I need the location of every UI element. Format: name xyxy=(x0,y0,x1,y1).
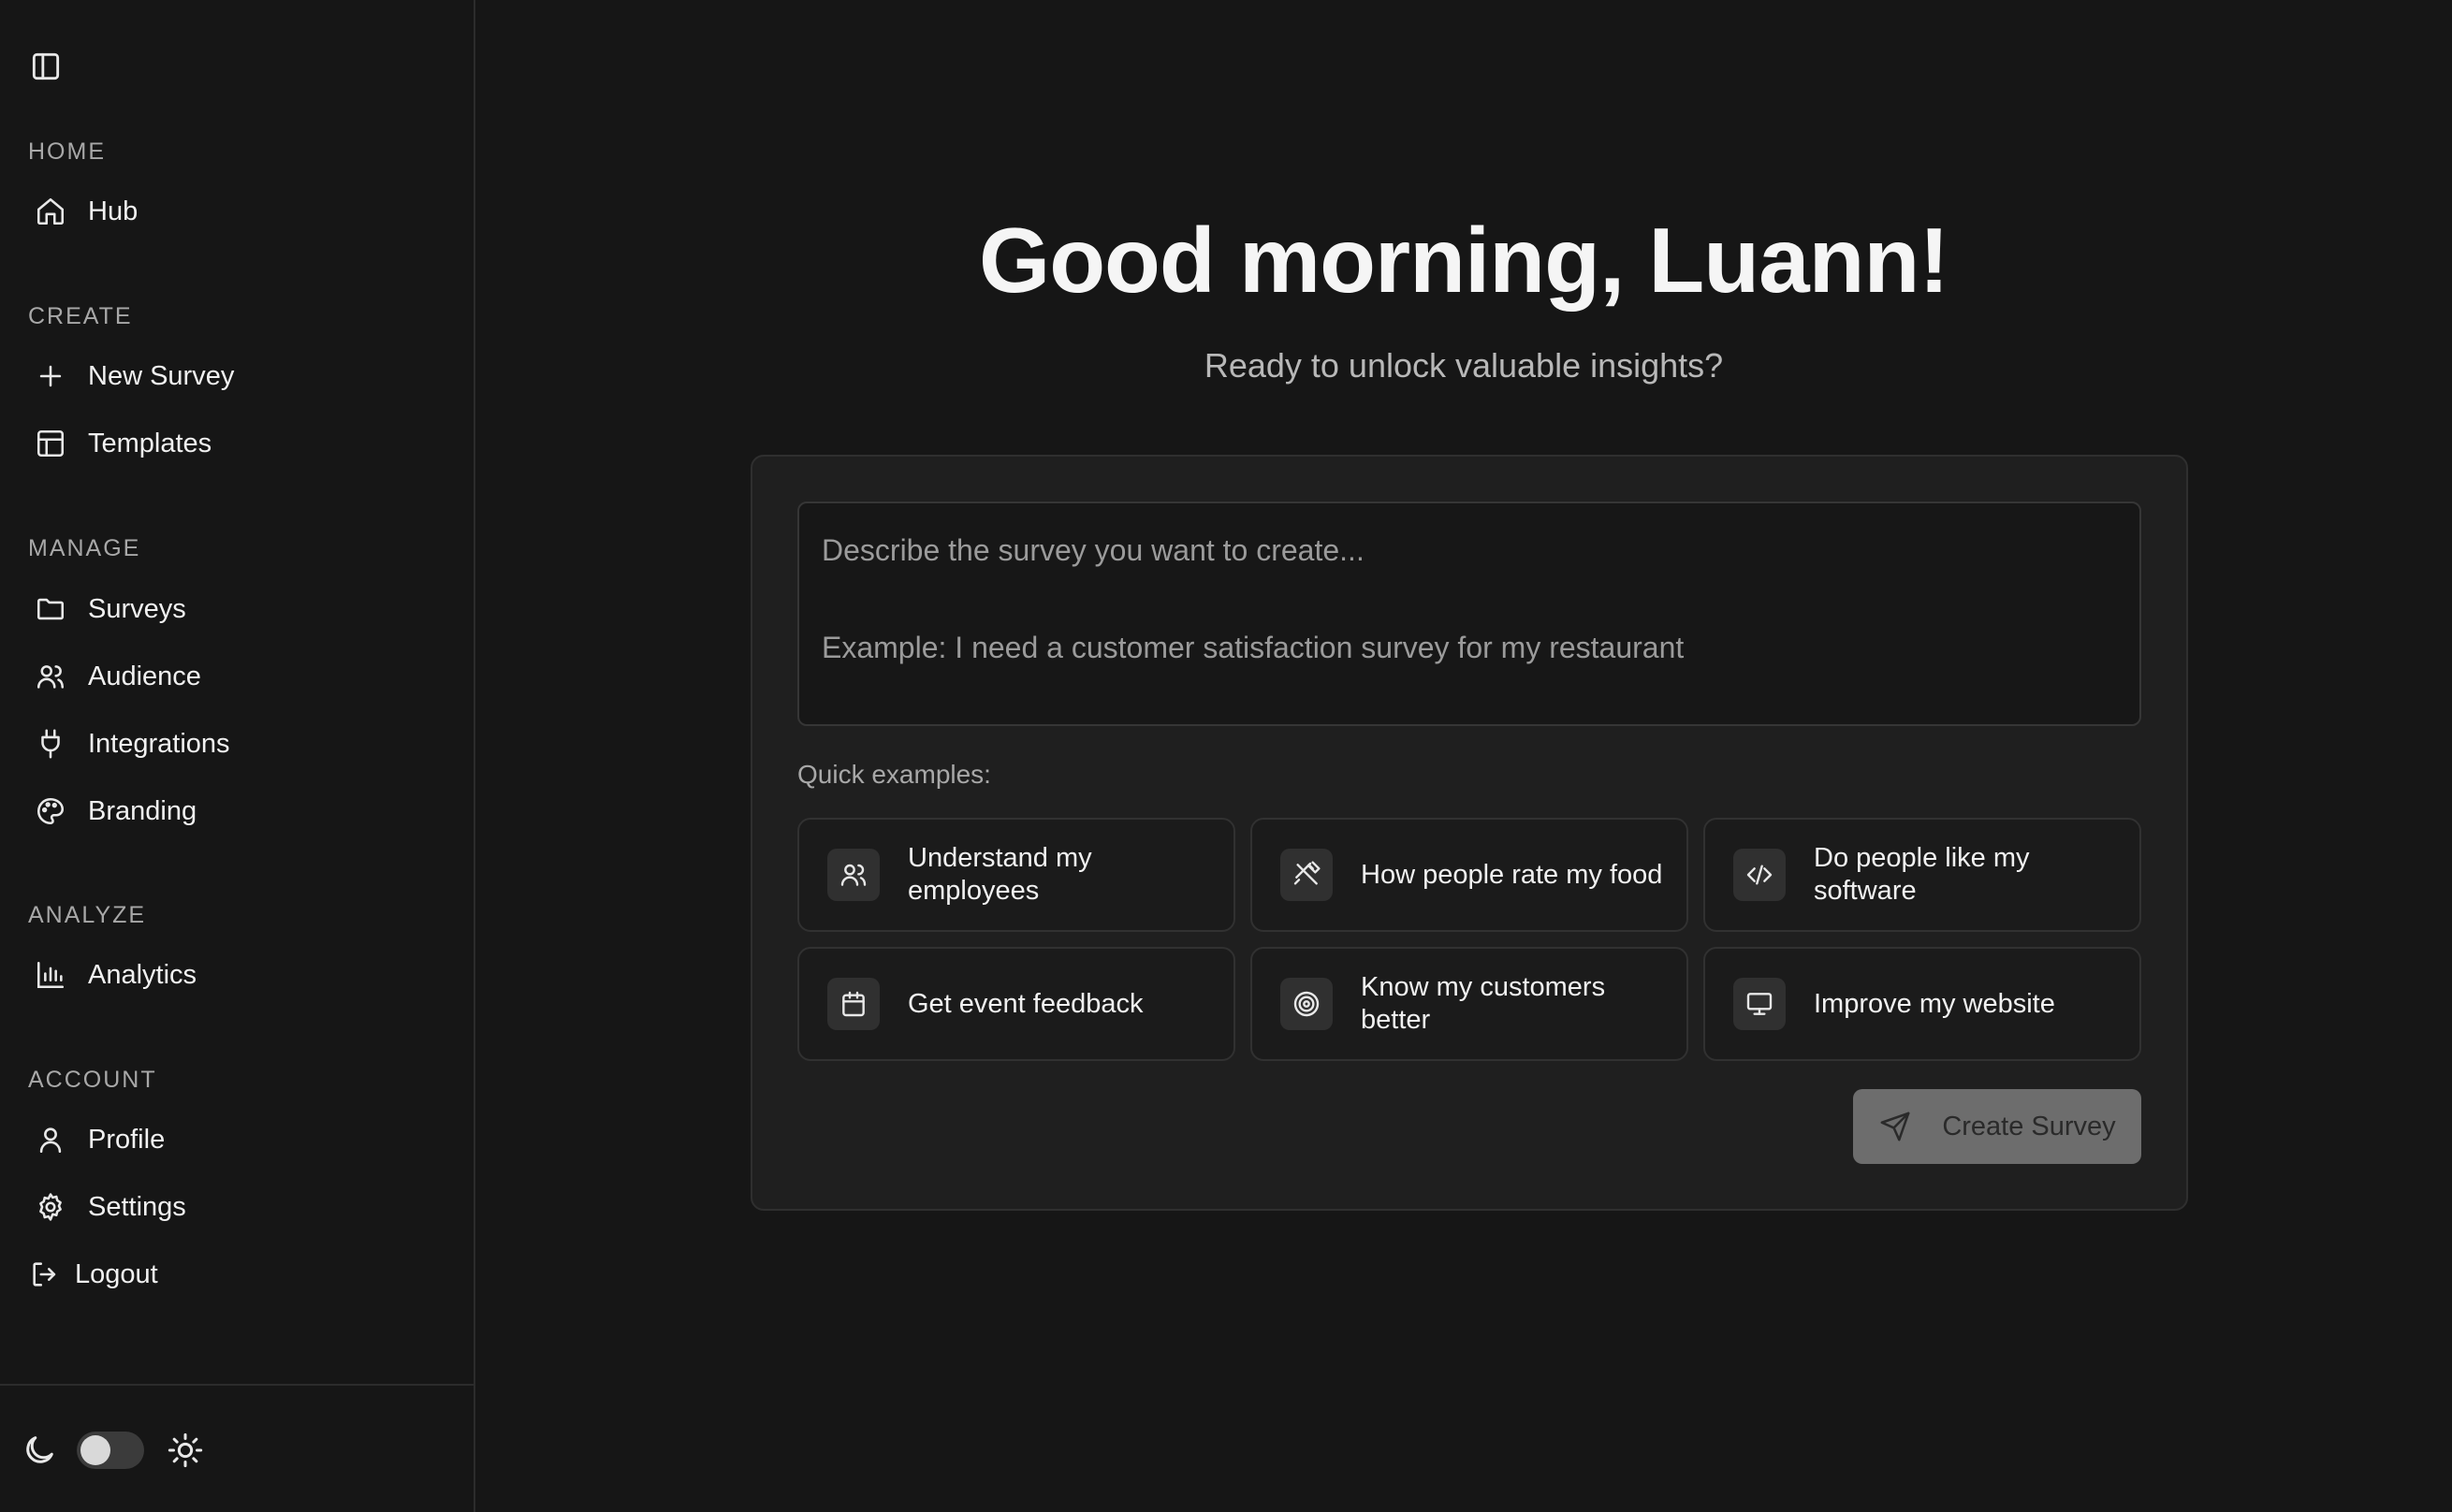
theme-toggle-knob xyxy=(80,1435,110,1465)
sidebar-item-settings[interactable]: Settings xyxy=(28,1177,447,1237)
theme-switcher xyxy=(21,1426,204,1475)
sidebar-item-branding[interactable]: Branding xyxy=(28,781,447,841)
example-label: Understand my employees xyxy=(908,843,1092,906)
example-label: Improve my website xyxy=(1814,988,2055,1019)
example-card-software[interactable]: Do people like my software xyxy=(1703,818,2141,932)
sidebar-item-surveys[interactable]: Surveys xyxy=(28,579,447,639)
plus-icon xyxy=(34,359,67,393)
moon-icon xyxy=(21,1432,58,1469)
greeting-heading: Good morning, Luann! xyxy=(978,209,1949,312)
sidebar-divider xyxy=(0,1384,474,1386)
survey-creator-card: Describe the survey you want to create..… xyxy=(751,455,2188,1211)
sidebar-item-label: Profile xyxy=(88,1124,166,1155)
home-icon xyxy=(34,195,67,228)
create-survey-label: Create Survey xyxy=(1942,1111,2116,1141)
sidebar-item-audience[interactable]: Audience xyxy=(28,647,447,706)
users-icon xyxy=(34,660,67,693)
folder-icon xyxy=(34,592,67,626)
example-card-employees[interactable]: Understand my employees xyxy=(797,818,1235,932)
code-icon xyxy=(1733,849,1786,901)
plug-icon xyxy=(34,727,67,761)
example-label: Get event feedback xyxy=(908,988,1144,1019)
sidebar-item-label: Logout xyxy=(75,1258,158,1289)
users-icon xyxy=(827,849,880,901)
sidebar-item-label: Hub xyxy=(88,196,139,226)
sidebar-item-label: Analytics xyxy=(88,959,197,990)
sun-icon xyxy=(167,1432,204,1469)
gear-icon xyxy=(34,1190,67,1224)
sidebar-item-hub[interactable]: Hub xyxy=(28,182,447,241)
logout-icon xyxy=(28,1258,62,1291)
example-label: Know my customers better xyxy=(1361,972,1606,1035)
main-content: Good morning, Luann! Ready to unlock val… xyxy=(475,0,2452,1512)
section-title-analyze: ANALYZE xyxy=(28,902,147,928)
calendar-icon xyxy=(827,978,880,1030)
sidebar-item-logout[interactable]: Logout xyxy=(28,1244,447,1304)
utensils-crossed-icon xyxy=(1280,849,1333,901)
send-icon xyxy=(1878,1110,1912,1143)
target-icon xyxy=(1280,978,1333,1030)
sidebar-item-label: Integrations xyxy=(88,728,230,759)
section-title-create: CREATE xyxy=(28,303,133,329)
quick-examples-label: Quick examples: xyxy=(797,760,991,789)
sidebar-item-label: New Survey xyxy=(88,360,235,391)
example-label: Do people like my software xyxy=(1814,843,2030,906)
sidebar-item-label: Surveys xyxy=(88,593,186,624)
example-card-website[interactable]: Improve my website xyxy=(1703,947,2141,1061)
section-title-home: HOME xyxy=(28,138,106,165)
section-title-manage: MANAGE xyxy=(28,535,141,561)
sidebar: HOME Hub CREATE New Survey Templates MAN… xyxy=(0,0,475,1512)
example-card-customers[interactable]: Know my customers better xyxy=(1250,947,1688,1061)
sidebar-item-analytics[interactable]: Analytics xyxy=(28,945,447,1005)
monitor-icon xyxy=(1733,978,1786,1030)
sidebar-item-templates[interactable]: Templates xyxy=(28,414,447,473)
sidebar-item-label: Branding xyxy=(88,795,197,826)
greeting-subtitle: Ready to unlock valuable insights? xyxy=(1204,346,1724,385)
bar-chart-icon xyxy=(34,958,67,992)
example-card-event[interactable]: Get event feedback xyxy=(797,947,1235,1061)
section-title-account: ACCOUNT xyxy=(28,1067,157,1093)
sidebar-item-label: Audience xyxy=(88,661,201,691)
example-card-food[interactable]: How people rate my food xyxy=(1250,818,1688,932)
sidebar-item-label: Templates xyxy=(88,428,212,458)
sidebar-item-new-survey[interactable]: New Survey xyxy=(28,346,447,406)
example-label: How people rate my food xyxy=(1361,859,1663,890)
palette-icon xyxy=(34,794,67,828)
input-placeholder-line1: Describe the survey you want to create..… xyxy=(822,533,1365,567)
sidebar-item-label: Settings xyxy=(88,1191,186,1222)
theme-toggle[interactable] xyxy=(77,1432,144,1469)
input-placeholder-line2: Example: I need a customer satisfaction … xyxy=(822,631,1685,664)
create-survey-button[interactable]: Create Survey xyxy=(1853,1089,2141,1164)
sidebar-item-integrations[interactable]: Integrations xyxy=(28,714,447,774)
sidebar-toggle-icon[interactable] xyxy=(28,49,64,84)
sidebar-item-profile[interactable]: Profile xyxy=(28,1110,447,1170)
survey-description-input[interactable]: Describe the survey you want to create..… xyxy=(797,502,2141,726)
user-icon xyxy=(34,1123,67,1156)
layout-template-icon xyxy=(34,427,67,460)
